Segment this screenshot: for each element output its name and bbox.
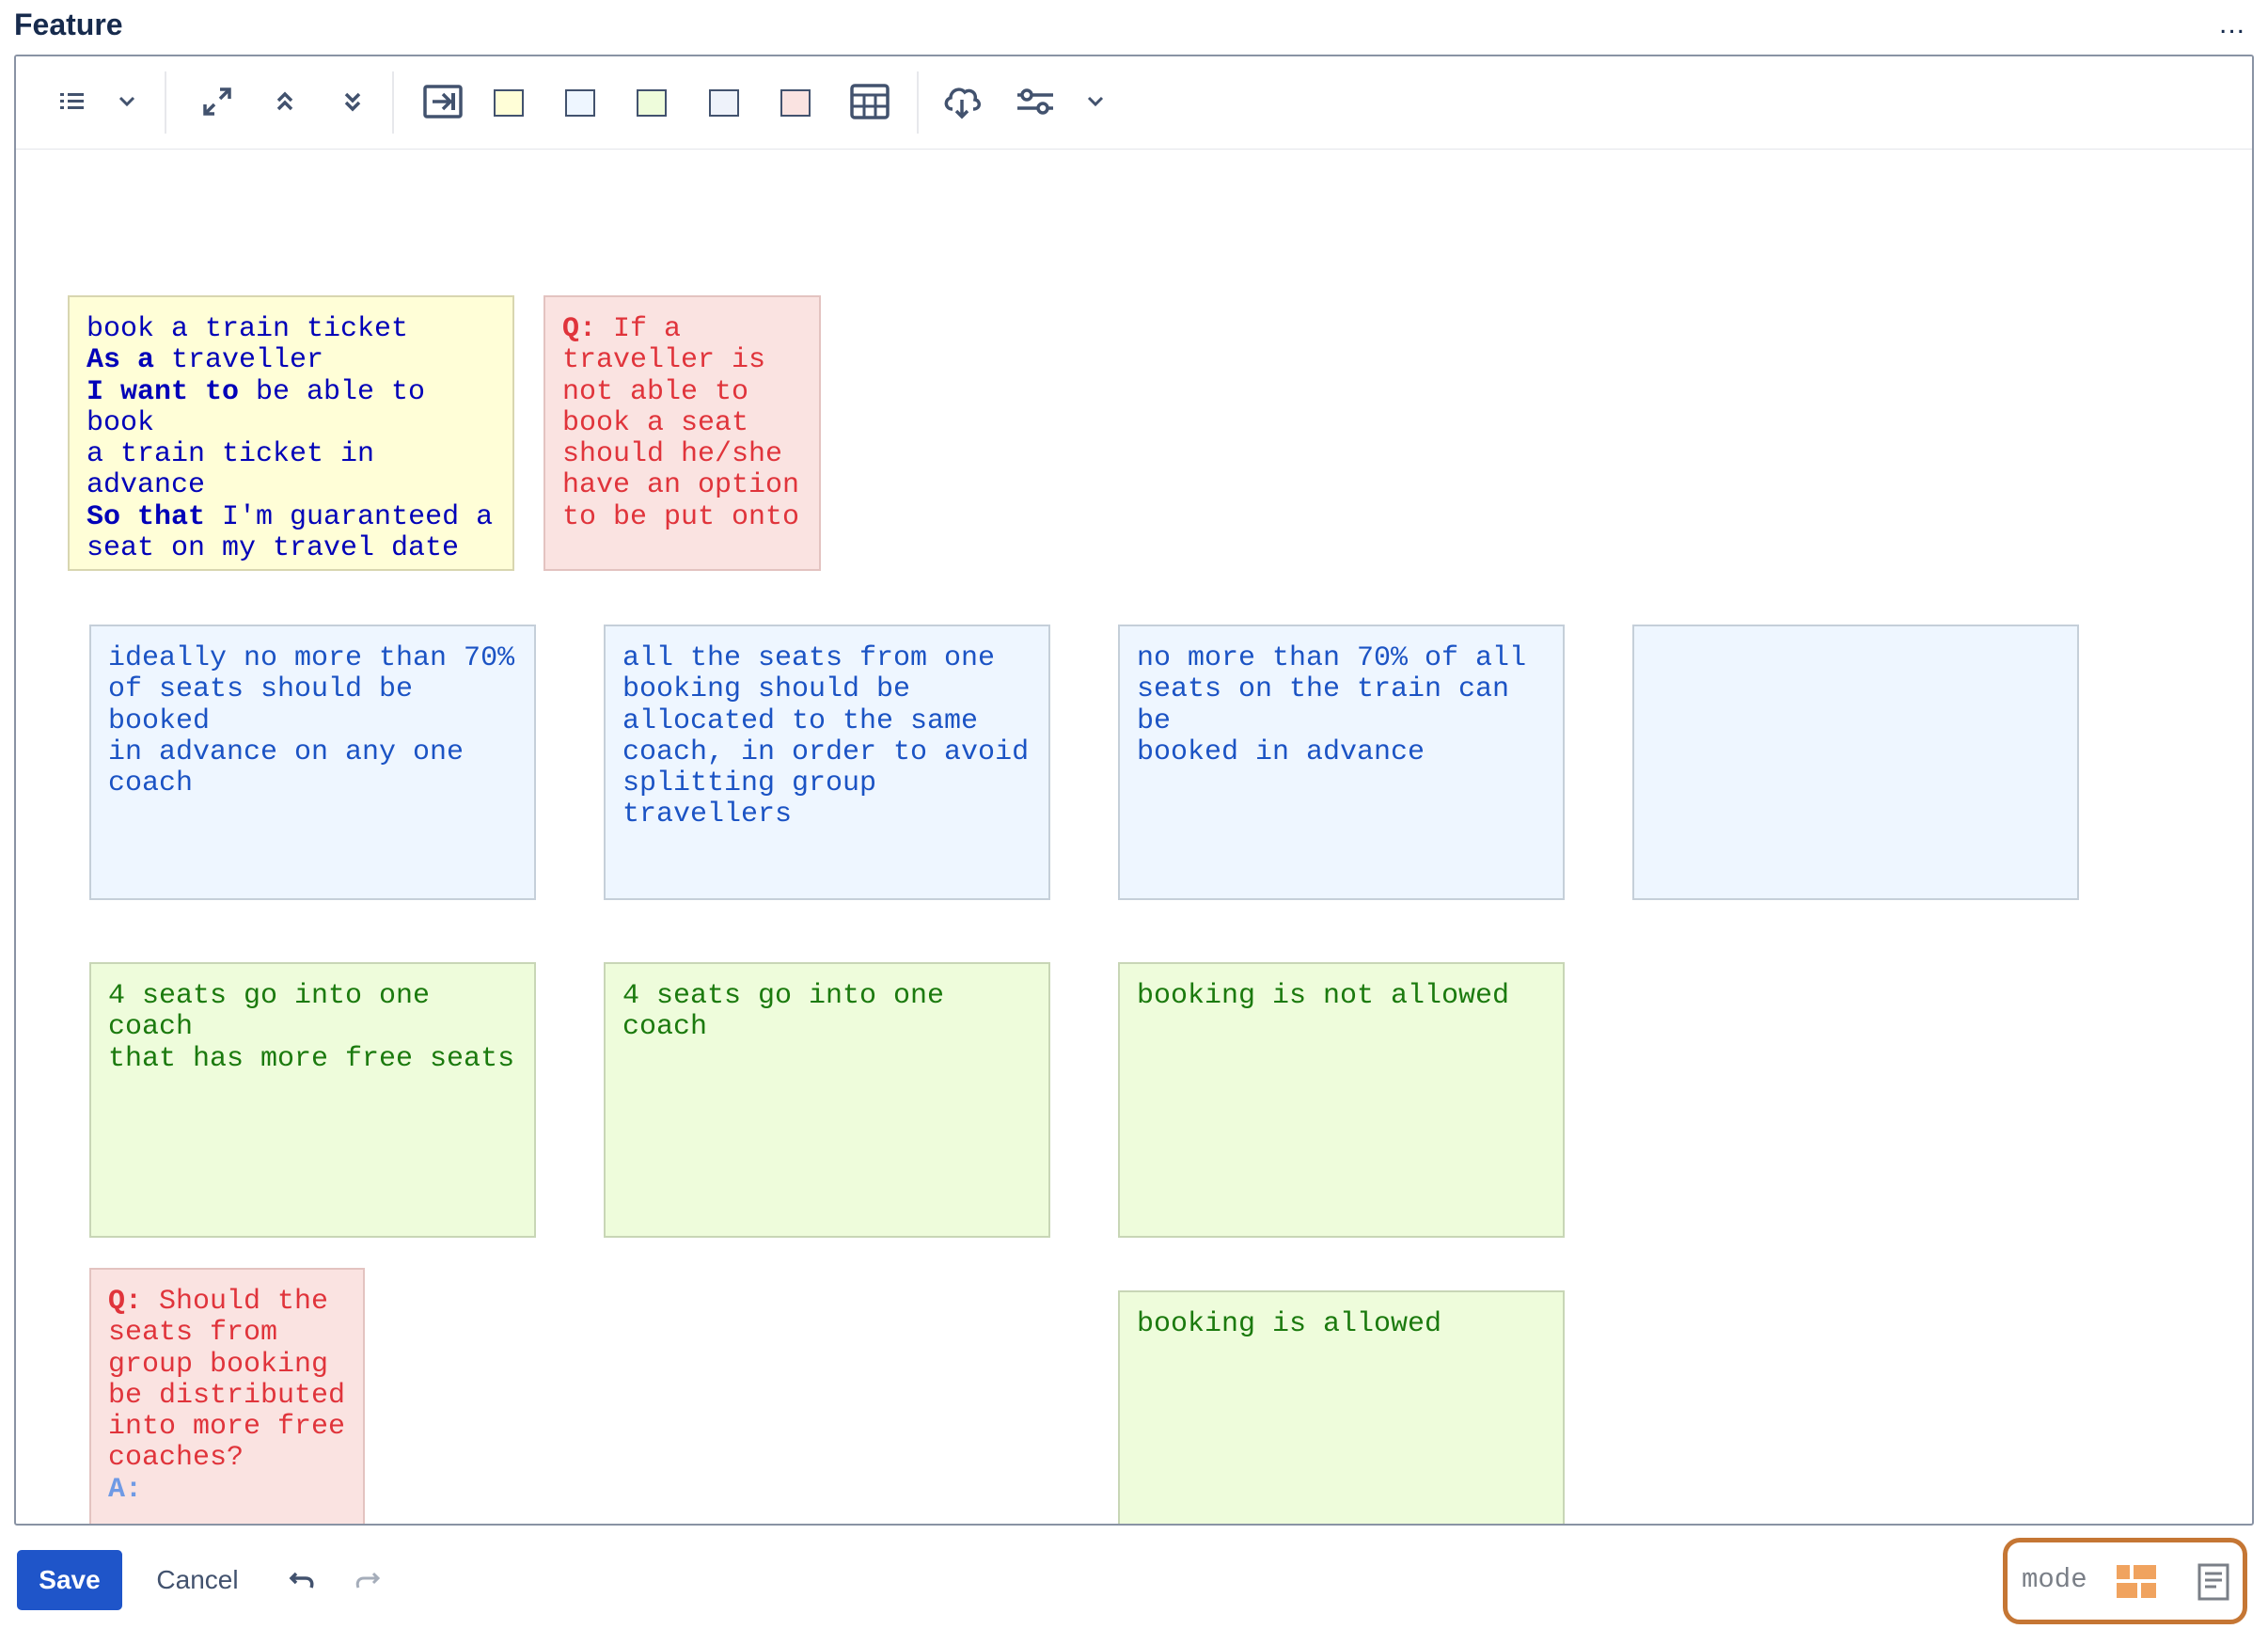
answer-label: A: [108, 1473, 143, 1506]
question-note[interactable]: Q: If a traveller is not able to book a … [543, 295, 821, 571]
rule-note-empty[interactable] [1632, 625, 2079, 900]
editor-frame: book a train ticket As a traveller I wan… [14, 55, 2254, 1526]
example-note[interactable]: booking is allowed [1118, 1290, 1565, 1524]
rule-note[interactable]: all the seats from one booking should be… [604, 625, 1050, 900]
story-note[interactable]: book a train ticket As a traveller I wan… [68, 295, 514, 571]
collapse-down-icon[interactable] [330, 79, 375, 124]
cancel-button[interactable]: Cancel [141, 1550, 254, 1610]
chevron-down-icon[interactable] [108, 79, 146, 124]
toolbar-separator [917, 71, 919, 134]
story-benefit-keyword: So that [87, 500, 206, 533]
blue-swatch[interactable] [565, 89, 595, 117]
question-label: Q: [562, 313, 597, 345]
page-title: Feature [14, 8, 123, 41]
story-title: book a train ticket [87, 313, 409, 345]
rule-note[interactable]: ideally no more than 70% of seats should… [89, 625, 536, 900]
cloud-upload-icon[interactable] [936, 79, 988, 124]
list-icon[interactable] [54, 79, 91, 124]
pink-swatch[interactable] [780, 89, 811, 117]
expand-icon[interactable] [195, 79, 240, 124]
story-want-keyword: I want to [87, 375, 240, 408]
chevron-down-icon[interactable] [1077, 79, 1114, 124]
canvas: book a train ticket As a traveller I wan… [16, 150, 2252, 1524]
question-text: If a traveller is not able to book a sea… [562, 313, 800, 533]
example-note[interactable]: 4 seats go into one coach that has more … [89, 962, 536, 1238]
story-role-keyword: As a [87, 344, 155, 377]
save-button[interactable]: Save [17, 1550, 122, 1610]
rule-note[interactable]: no more than 70% of all seats on the tra… [1118, 625, 1565, 900]
question-label: Q: [108, 1286, 143, 1318]
example-note[interactable]: 4 seats go into one coach [604, 962, 1050, 1238]
example-note[interactable]: booking is not allowed [1118, 962, 1565, 1238]
collapse-up-icon[interactable] [262, 79, 307, 124]
toolbar-separator [165, 71, 166, 134]
board-mode-icon[interactable] [2114, 1561, 2159, 1603]
sliders-icon[interactable] [1009, 79, 1062, 124]
mode-label: mode [2022, 1564, 2087, 1595]
green-swatch[interactable] [637, 89, 667, 117]
table-icon[interactable] [845, 79, 894, 124]
undo-icon[interactable] [282, 1561, 323, 1599]
story-role: traveller [154, 344, 324, 377]
more-options-button[interactable]: ... [2219, 6, 2245, 43]
toolbar [16, 56, 2252, 150]
white-swatch[interactable] [709, 89, 739, 117]
insert-icon[interactable] [418, 79, 467, 124]
toolbar-separator [392, 71, 394, 134]
yellow-swatch[interactable] [494, 89, 524, 117]
document-mode-icon[interactable] [2191, 1561, 2236, 1603]
redo-icon[interactable] [346, 1561, 387, 1599]
question-text: Should the seats from group booking be d… [108, 1286, 346, 1475]
question-note[interactable]: Q: Should the seats from group booking b… [89, 1268, 365, 1524]
